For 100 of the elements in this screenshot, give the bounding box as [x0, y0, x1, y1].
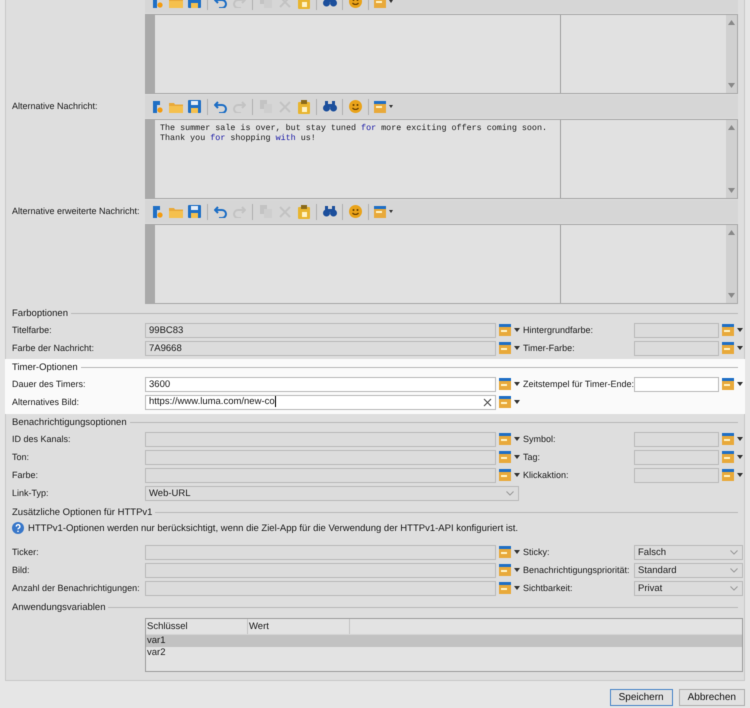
caret-icon[interactable]	[514, 473, 520, 477]
expression-icon[interactable]	[722, 433, 734, 445]
input-field[interactable]: 99BC83	[145, 322, 496, 338]
text-editor[interactable]: The summer sale is over, but stay tuned for more exciting offers coming soon. Thank you for shopping with us!	[145, 119, 738, 199]
undo-icon[interactable]	[214, 100, 227, 112]
field-label: Timer-Farbe:	[523, 343, 576, 353]
save-icon[interactable]	[188, 205, 201, 218]
scroll-down-icon[interactable]	[728, 83, 735, 88]
input-field[interactable]	[634, 468, 719, 482]
expression-icon[interactable]	[499, 582, 511, 594]
section-title: Farboptionen	[12, 308, 69, 318]
input-field[interactable]: 7A9668	[145, 340, 496, 356]
caret-icon[interactable]	[514, 382, 520, 386]
expression-icon[interactable]	[499, 469, 511, 481]
expression-icon[interactable]	[722, 451, 734, 463]
caret-icon[interactable]	[514, 568, 520, 572]
chevron-down-icon[interactable]	[730, 550, 738, 554]
input-field[interactable]	[634, 450, 719, 464]
caret-icon[interactable]	[737, 382, 743, 386]
binoculars-icon[interactable]	[322, 101, 336, 112]
caret-icon[interactable]	[514, 550, 520, 554]
scroll-up-icon[interactable]	[728, 230, 735, 235]
dropdown[interactable]: Standard	[634, 562, 743, 578]
caret-icon[interactable]	[514, 346, 520, 350]
input-field[interactable]	[634, 322, 719, 338]
caret-icon[interactable]	[737, 455, 743, 459]
chevron-down-icon[interactable]	[730, 568, 738, 572]
expression-icon[interactable]	[499, 433, 511, 445]
text-editor[interactable]	[145, 224, 738, 304]
dropdown[interactable]: Falsch	[634, 544, 743, 560]
expression-icon[interactable]	[499, 396, 511, 408]
insert-menu-icon[interactable]	[374, 206, 394, 218]
expression-icon[interactable]	[499, 546, 511, 558]
input-field[interactable]	[145, 544, 496, 560]
field-label: Zeitstempel für Timer-Ende:	[523, 379, 634, 389]
column-header[interactable]: Wert	[248, 619, 350, 634]
expression-icon[interactable]	[499, 451, 511, 463]
clear-icon[interactable]	[483, 398, 492, 406]
field-label: Titelfarbe:	[12, 325, 53, 335]
input-field[interactable]	[145, 450, 496, 464]
caret-icon[interactable]	[514, 400, 520, 404]
caret-icon[interactable]	[737, 473, 743, 477]
scrollbar[interactable]	[726, 120, 737, 198]
expression-icon[interactable]	[722, 378, 734, 390]
smiley-icon[interactable]	[349, 205, 362, 218]
expression-icon[interactable]	[722, 324, 734, 336]
scroll-up-icon[interactable]	[728, 20, 735, 25]
text-editor[interactable]	[145, 14, 738, 94]
undo-icon[interactable]	[214, 206, 227, 218]
expression-icon[interactable]	[499, 324, 511, 336]
field-label: Sticky:	[523, 547, 551, 557]
column-header[interactable]: Schlüssel	[146, 619, 248, 634]
expression-icon[interactable]	[722, 342, 734, 354]
field-label: Bild:	[12, 565, 31, 575]
input-field[interactable]	[145, 580, 496, 596]
cancel-button[interactable]: Abbrechen	[678, 689, 745, 706]
section-title: Zusätzliche Optionen für HTTPv1	[12, 506, 154, 518]
field-label: Anzahl der Benachrichtigungen:	[12, 583, 141, 593]
scrollbar[interactable]	[726, 225, 737, 303]
insert-menu-icon[interactable]	[374, 100, 394, 112]
chevron-down-icon[interactable]	[730, 586, 738, 590]
paste-icon[interactable]	[298, 204, 310, 218]
caret-icon[interactable]	[514, 328, 520, 332]
smiley-icon[interactable]	[349, 100, 362, 113]
input-field[interactable]: https://www.luma.com/new-co	[145, 394, 496, 410]
scroll-up-icon[interactable]	[728, 125, 735, 130]
binoculars-icon[interactable]	[322, 206, 336, 217]
table-row[interactable]: var1	[146, 635, 742, 647]
dropdown[interactable]: Web-URL	[145, 486, 519, 500]
caret-icon[interactable]	[514, 586, 520, 590]
scroll-down-icon[interactable]	[728, 293, 735, 298]
expression-icon[interactable]	[722, 469, 734, 481]
save-button[interactable]: Speichern	[610, 689, 673, 706]
table-row[interactable]: var2	[146, 647, 742, 659]
dropdown[interactable]: Privat	[634, 580, 743, 596]
section-title: Anwendungsvariablen	[12, 602, 106, 612]
input-field[interactable]	[145, 432, 496, 446]
input-field[interactable]	[145, 562, 496, 578]
input-field[interactable]: 3600	[145, 376, 496, 392]
field-label: Alternative erweiterte Nachricht:	[12, 206, 140, 216]
expression-icon[interactable]	[499, 378, 511, 390]
expression-icon[interactable]	[499, 564, 511, 576]
scrollbar[interactable]	[726, 15, 737, 93]
scroll-down-icon[interactable]	[728, 188, 735, 193]
caret-icon[interactable]	[737, 328, 743, 332]
caret-icon[interactable]	[737, 346, 743, 350]
input-field[interactable]	[634, 376, 719, 392]
input-field[interactable]	[634, 340, 719, 356]
caret-icon[interactable]	[514, 455, 520, 459]
chevron-down-icon[interactable]	[506, 490, 514, 496]
help-icon	[12, 522, 24, 534]
field-label: Klickaktion:	[523, 470, 570, 480]
save-icon[interactable]	[188, 100, 201, 113]
input-field[interactable]	[145, 468, 496, 482]
expression-icon[interactable]	[499, 342, 511, 354]
input-field[interactable]	[634, 432, 719, 446]
caret-icon[interactable]	[737, 437, 743, 441]
paste-icon[interactable]	[298, 100, 310, 114]
field-label: Ticker:	[12, 547, 40, 557]
caret-icon[interactable]	[514, 437, 520, 441]
